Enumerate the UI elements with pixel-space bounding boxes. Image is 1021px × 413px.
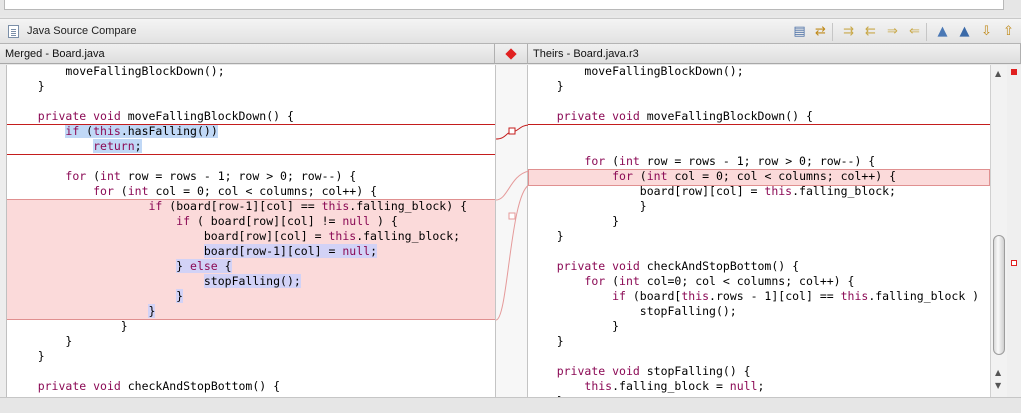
code-line[interactable] <box>529 244 979 259</box>
copy-all-right-button[interactable]: ⇉ <box>840 23 857 40</box>
code-line[interactable]: board[row][col] = this.falling_block; <box>529 184 979 199</box>
code-line[interactable]: private void moveFallingBlockDown() { <box>529 109 979 124</box>
copy-all-right-icon: ⇉ <box>843 24 854 39</box>
left-pane-header: Merged - Board.java <box>0 44 495 64</box>
code-line[interactable]: } <box>529 319 979 334</box>
scroll-down-icon[interactable]: ▼ <box>995 381 1001 390</box>
code-line[interactable]: this.falling_block = null; <box>529 379 979 394</box>
conflict-box-1 <box>7 124 495 155</box>
code-line[interactable] <box>10 94 467 109</box>
code-line[interactable]: private void moveFallingBlockDown() { <box>10 109 467 124</box>
copy-all-left-button[interactable]: ⇇ <box>862 23 879 40</box>
code-line[interactable]: private void checkAndStopBottom() { <box>10 379 467 394</box>
code-line[interactable]: stopFalling(); <box>529 304 979 319</box>
code-line[interactable]: moveFallingBlockDown(); <box>529 65 979 79</box>
center-bottom <box>495 397 528 413</box>
code-line[interactable]: for (int col = 0; col < columns; col++) … <box>10 184 467 199</box>
conflict-box-right-2 <box>528 169 990 186</box>
code-line[interactable]: } <box>529 199 979 214</box>
theirs-editor[interactable]: moveFallingBlockDown(); } private void m… <box>528 65 990 397</box>
copy-right-button[interactable]: ⇒ <box>884 23 901 40</box>
copy-left-button[interactable]: ⇐ <box>906 23 923 40</box>
code-line[interactable]: } <box>529 214 979 229</box>
conflict-line-right-1 <box>528 124 990 125</box>
left-horizontal-scrollbar[interactable] <box>0 397 495 413</box>
scroll-thumb[interactable] <box>993 235 1005 355</box>
copy-right-icon: ⇒ <box>887 24 898 39</box>
code-line[interactable]: } <box>10 319 467 334</box>
code-line[interactable]: private void checkAndStopBottom() { <box>529 259 979 274</box>
right-horizontal-scrollbar[interactable] <box>528 397 1021 413</box>
conflict-box-2 <box>7 199 495 320</box>
previous-difference-icon: ▲ <box>959 24 970 39</box>
code-line[interactable]: for (int col=0; col < columns; col++) { <box>529 274 979 289</box>
code-line[interactable]: } <box>10 79 467 94</box>
right-pane-title: Theirs - Board.java.r3 <box>533 48 639 60</box>
window-title: Java Source Compare <box>27 25 137 37</box>
compare-titlebar: Java Source Compare ▤ ⇄ ⇉ ⇇ ⇒ ⇐ ▲ ▲ ⇩ ⇧ <box>0 18 1021 44</box>
code-line[interactable]: } <box>529 79 979 94</box>
layout-icon: ▤ <box>793 24 806 39</box>
theirs-code[interactable]: moveFallingBlockDown(); } private void m… <box>529 65 979 397</box>
code-line[interactable]: for (int row = rows - 1; row > 0; row--)… <box>10 169 467 184</box>
overview-marker-2[interactable] <box>1011 260 1017 266</box>
code-line[interactable] <box>10 364 467 379</box>
scroll-up-arrow-icon[interactable]: ▲ <box>995 368 1001 377</box>
next-change-button[interactable]: ⇩ <box>978 23 995 40</box>
previous-change-icon: ⇧ <box>1003 24 1014 39</box>
merged-editor[interactable]: moveFallingBlockDown(); } private void m… <box>6 65 495 397</box>
overview-marker-1[interactable] <box>1011 69 1017 75</box>
copy-all-left-icon: ⇇ <box>865 24 876 39</box>
previous-change-button[interactable]: ⇧ <box>1000 23 1017 40</box>
switch-sides-icon: ⇄ <box>815 24 826 39</box>
next-difference-icon: ▲ <box>937 24 948 39</box>
next-change-icon: ⇩ <box>981 24 992 39</box>
vertical-scrollbar[interactable]: ▲ ▲ ▼ <box>990 65 1007 397</box>
scroll-up-icon[interactable]: ▲ <box>995 69 1001 78</box>
layout-button[interactable]: ▤ <box>791 23 808 40</box>
conflict-diamond-icon <box>505 48 517 60</box>
copy-left-icon: ⇐ <box>909 24 920 39</box>
code-line[interactable] <box>10 154 467 169</box>
code-line[interactable]: } <box>10 334 467 349</box>
switch-sides-button[interactable]: ⇄ <box>812 23 829 40</box>
code-line[interactable] <box>529 349 979 364</box>
document-icon <box>8 25 19 38</box>
code-line[interactable]: private void stopFalling() { <box>529 364 979 379</box>
code-line[interactable] <box>529 94 979 109</box>
code-line[interactable]: } <box>10 349 467 364</box>
code-line[interactable]: for (int row = rows - 1; row > 0; row--)… <box>529 154 979 169</box>
toolbar-separator <box>926 23 927 41</box>
code-line[interactable] <box>529 139 979 154</box>
code-line[interactable] <box>529 124 979 139</box>
code-line[interactable]: if (board[this.rows - 1][col] == this.fa… <box>529 289 979 304</box>
next-difference-button[interactable]: ▲ <box>934 23 951 40</box>
diff-connector <box>495 65 529 397</box>
overview-ruler[interactable] <box>1007 65 1021 397</box>
code-line[interactable]: } <box>529 334 979 349</box>
previous-difference-button[interactable]: ▲ <box>956 23 973 40</box>
code-line[interactable]: } <box>529 229 979 244</box>
left-pane-title: Merged - Board.java <box>5 48 105 60</box>
conflict-indicator[interactable] <box>495 44 528 64</box>
code-line[interactable]: moveFallingBlockDown(); <box>10 65 467 79</box>
top-strip <box>0 0 1021 16</box>
toolbar-separator <box>832 23 833 41</box>
right-pane-header: Theirs - Board.java.r3 <box>528 44 1021 64</box>
